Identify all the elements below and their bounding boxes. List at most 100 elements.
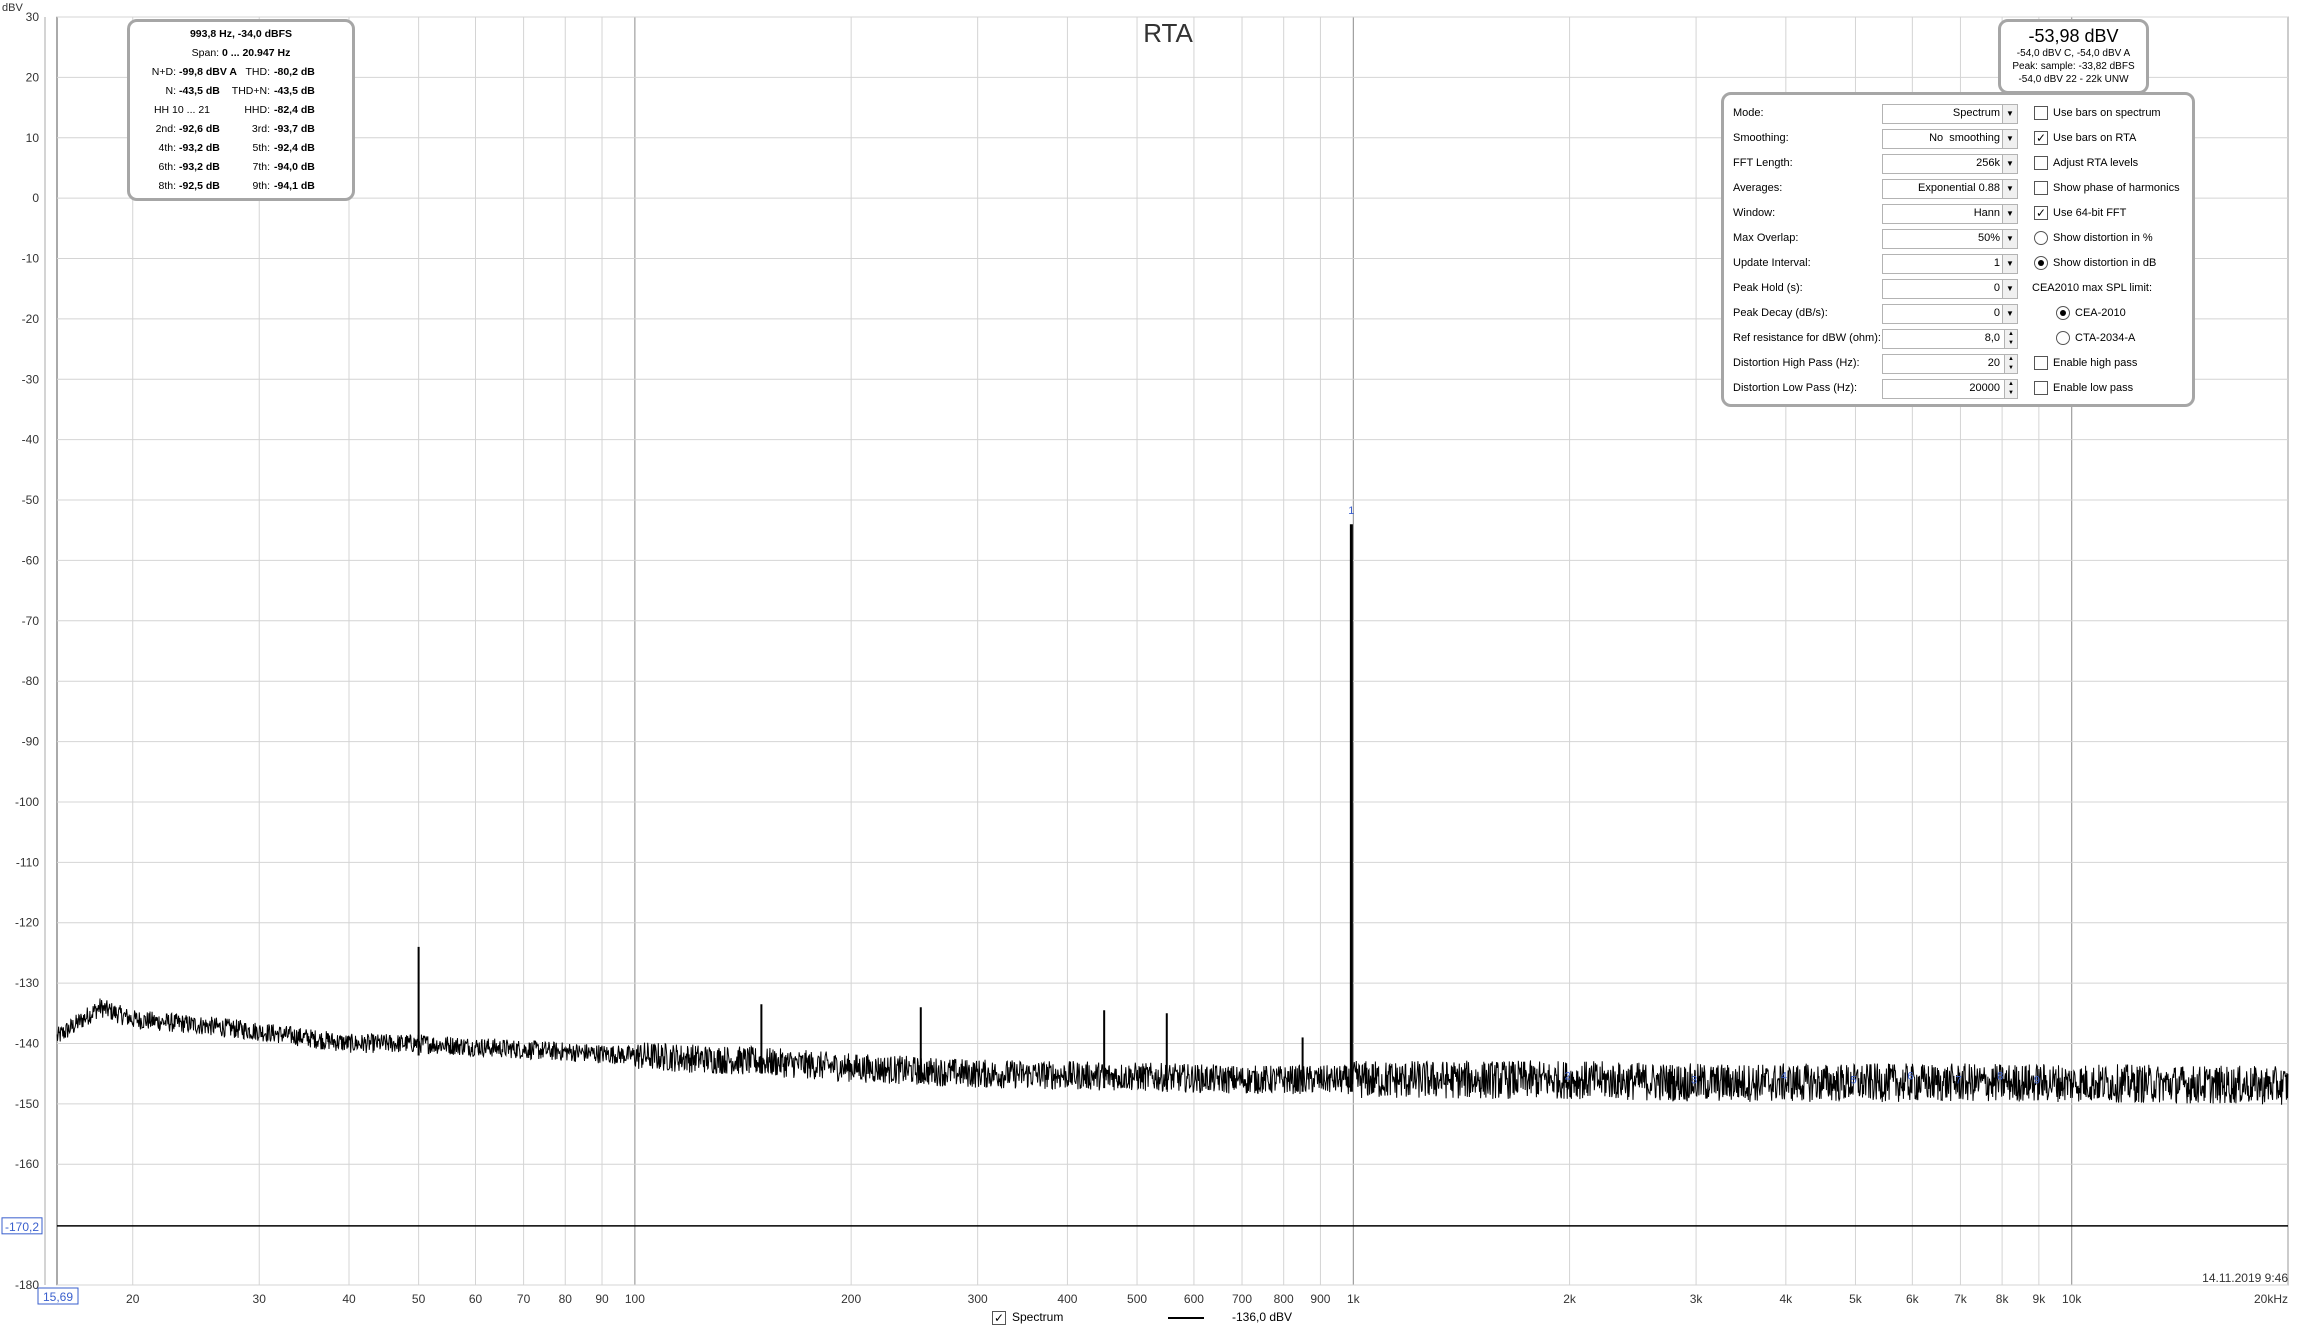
spectrum-checkbox[interactable]: ✓ <box>992 1311 1006 1325</box>
option-label: Adjust RTA levels <box>2053 157 2139 169</box>
control-dropdown[interactable]: 0 ▼ <box>1882 304 2018 324</box>
x-start-label: 15,69 <box>43 1290 73 1304</box>
option-label: Enable low pass <box>2053 382 2134 394</box>
control-row: Ref resistance for dBW (ohm): 8,0 ▲ ▼ <box>1724 329 2024 349</box>
control-dropdown[interactable]: Hann ▼ <box>1882 204 2018 224</box>
control-label: Distortion High Pass (Hz): <box>1733 357 1860 369</box>
option-radio[interactable] <box>2056 306 2070 320</box>
harmonic-label: 4th: <box>158 142 176 154</box>
control-spinbox[interactable]: 8,0 ▲ ▼ <box>1882 329 2018 349</box>
spin-arrows-icon[interactable]: ▲ ▼ <box>2004 355 2017 373</box>
option-label: CTA-2034-A <box>2075 332 2136 344</box>
control-dropdown[interactable]: Exponential 0.88 ▼ <box>1882 179 2018 199</box>
control-value: Exponential 0.88 <box>1918 182 2000 194</box>
option-checkbox[interactable] <box>2034 106 2048 120</box>
level-weighted: -54,0 dBV C, -54,0 dBV A <box>2016 48 2131 59</box>
harmonic-row: N: -43,5 dB THD+N: -43,5 dB <box>130 85 352 104</box>
option-radio[interactable] <box>2056 331 2070 345</box>
harmonic-row: HH 10 ... 21 HHD: -82,4 dB <box>130 104 352 123</box>
harmonic-row: 2nd: -92,6 dB 3rd: -93,7 dB <box>130 123 352 142</box>
harmonic-value: -94,0 dB <box>274 161 315 173</box>
option-checkbox[interactable]: ✓ <box>2034 206 2048 220</box>
legend-line-swatch <box>1168 1317 1204 1319</box>
control-dropdown[interactable]: 256k ▼ <box>1882 154 2018 174</box>
control-dropdown[interactable]: Spectrum ▼ <box>1882 104 2018 124</box>
x-tick-label: 4k <box>1779 1292 1793 1306</box>
x-tick-label: 400 <box>1057 1292 1077 1306</box>
chevron-down-icon[interactable]: ▼ <box>2002 155 2017 173</box>
option-checkbox[interactable] <box>2034 356 2048 370</box>
option-checkbox[interactable] <box>2034 381 2048 395</box>
control-label: Ref resistance for dBW (ohm): <box>1733 332 1881 344</box>
control-value: Spectrum <box>1952 107 2000 119</box>
chevron-down-icon[interactable]: ▼ <box>2002 205 2017 223</box>
harmonic-row: 8th: -92,5 dB 9th: -94,1 dB <box>130 180 352 199</box>
y-tick-label: -20 <box>22 312 40 326</box>
control-row: Max Overlap: 50% ▼ <box>1724 229 2024 249</box>
spin-arrows-icon[interactable]: ▲ ▼ <box>2004 380 2017 398</box>
option-checkbox[interactable] <box>2034 156 2048 170</box>
harmonic-label: 2nd: <box>155 123 176 135</box>
radio-dot <box>2038 260 2044 266</box>
x-tick-label: 20 <box>126 1292 140 1306</box>
control-dropdown[interactable]: 0 ▼ <box>1882 279 2018 299</box>
harmonic-value: -80,2 dB <box>274 66 315 78</box>
chevron-down-icon[interactable]: ▼ <box>2002 130 2017 148</box>
control-dropdown[interactable]: 1 ▼ <box>1882 254 2018 274</box>
y-tick-label: 30 <box>26 10 40 24</box>
chevron-down-icon[interactable]: ▼ <box>2002 305 2017 323</box>
level-readout-box[interactable]: -53,98 dBV -54,0 dBV C, -54,0 dBV A Peak… <box>1998 19 2149 94</box>
chevron-down-icon[interactable]: ▼ <box>2002 255 2017 273</box>
option-label: Use 64-bit FFT <box>2053 207 2127 219</box>
x-tick-label: 70 <box>517 1292 531 1306</box>
y-tick-label: -150 <box>15 1097 39 1111</box>
control-row: Averages: Exponential 0.88 ▼ <box>1724 179 2024 199</box>
y-tick-label: -90 <box>22 735 40 749</box>
x-tick-label: 20kHz <box>2254 1292 2288 1306</box>
harmonic-label: 8th: <box>158 180 176 192</box>
chevron-down-icon[interactable]: ▼ <box>2002 105 2017 123</box>
control-value: No smoothing <box>1929 132 2000 144</box>
plot-title: RTA <box>1143 18 1193 48</box>
harmonics-info-box[interactable]: 993,8 Hz, -34,0 dBFS Span: 0 ... 20.947 … <box>127 19 355 201</box>
spin-arrows-icon[interactable]: ▲ ▼ <box>2004 330 2017 348</box>
control-label: Mode: <box>1733 107 1764 119</box>
option-radio[interactable] <box>2034 231 2048 245</box>
harmonic-label: THD+N: <box>231 85 270 97</box>
harmonic-value: -92,5 dB <box>179 180 220 192</box>
y-tick-label: -30 <box>22 372 40 386</box>
harmonic-value: -93,2 dB <box>179 161 220 173</box>
control-row: FFT Length: 256k ▼ <box>1724 154 2024 174</box>
control-spinbox[interactable]: 20000 ▲ ▼ <box>1882 379 2018 399</box>
chevron-down-icon[interactable]: ▼ <box>2002 280 2017 298</box>
legend-line-value: -136,0 dBV <box>1232 1310 1293 1324</box>
harmonic-row: 4th: -93,2 dB 5th: -92,4 dB <box>130 142 352 161</box>
control-row: Window: Hann ▼ <box>1724 204 2024 224</box>
harmonic-row: N+D: -99,8 dBV A THD: -80,2 dB <box>130 66 352 85</box>
harmonic-label: 9th: <box>252 180 270 192</box>
x-tick-label: 900 <box>1310 1292 1330 1306</box>
control-row: Update Interval: 1 ▼ <box>1724 254 2024 274</box>
harmonic-value: -93,2 dB <box>179 142 220 154</box>
y-tick-label: -60 <box>22 553 40 567</box>
option-radio[interactable] <box>2034 256 2048 270</box>
chevron-down-icon[interactable]: ▼ <box>2002 230 2017 248</box>
x-tick-label: 2k <box>1563 1292 1577 1306</box>
control-value: Hann <box>1973 207 2000 219</box>
y-tick-label: -110 <box>16 855 39 869</box>
harmonic-value: -99,8 dBV A <box>179 66 237 78</box>
control-spinbox[interactable]: 20 ▲ ▼ <box>1882 354 2018 374</box>
harmonic-value: -43,5 dB <box>179 85 220 97</box>
control-dropdown[interactable]: No smoothing ▼ <box>1882 129 2018 149</box>
y-tick-label: -70 <box>22 614 40 628</box>
harmonic-markers: 1 2 3 4 5 6 7 8 9 <box>1348 505 2040 1087</box>
option-checkbox[interactable] <box>2034 181 2048 195</box>
control-dropdown[interactable]: 50% ▼ <box>1882 229 2018 249</box>
control-row: Smoothing: No smoothing ▼ <box>1724 129 2024 149</box>
level-unweighted: -54,0 dBV 22 - 22k UNW <box>2018 74 2129 85</box>
x-tick-label: 80 <box>559 1292 573 1306</box>
control-value: 50% <box>1977 232 2000 244</box>
option-checkbox[interactable]: ✓ <box>2034 131 2048 145</box>
chevron-down-icon[interactable]: ▼ <box>2002 180 2017 198</box>
y-tick-label: -160 <box>15 1157 39 1171</box>
